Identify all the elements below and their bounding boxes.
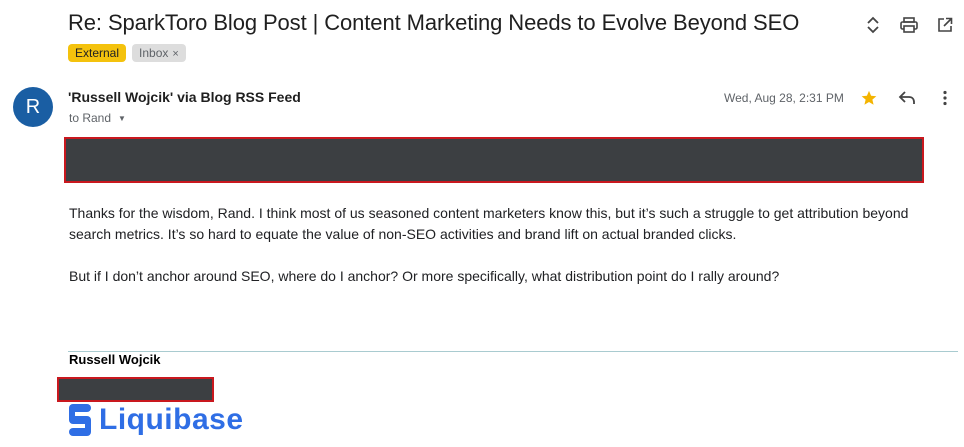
body-paragraph: But if I don’t anchor around SEO, where …: [69, 268, 780, 284]
body-paragraph: Thanks for the wisdom, Rand. I think mos…: [69, 205, 909, 242]
redacted-block: [57, 377, 214, 402]
signature-divider: [68, 351, 958, 352]
email-subject: Re: SparkToro Blog Post | Content Market…: [68, 10, 800, 35]
email-date: Wed, Aug 28, 2:31 PM: [724, 91, 844, 105]
redacted-block: [64, 137, 924, 183]
external-label: External: [68, 44, 127, 62]
logo-text: Liquibase: [99, 403, 244, 436]
subject-toolbar: [862, 14, 956, 36]
star-icon[interactable]: [858, 87, 880, 109]
message-actions: [858, 87, 956, 109]
company-logo: Liquibase: [67, 402, 244, 438]
sender-name[interactable]: 'Russell Wojcik' via Blog RSS Feed: [68, 89, 301, 105]
recipient-text: to Rand: [69, 111, 112, 125]
inbox-label-text: Inbox: [139, 46, 169, 60]
dropdown-caret-icon[interactable]: ▼: [118, 114, 126, 123]
more-vert-icon[interactable]: [934, 87, 956, 109]
recipient-details[interactable]: to Rand ▼: [69, 111, 126, 125]
expand-collapse-icon[interactable]: [862, 14, 884, 36]
remove-label-icon[interactable]: ×: [172, 48, 178, 60]
avatar[interactable]: R: [13, 87, 53, 127]
email-body: Thanks for the wisdom, Rand. I think mos…: [69, 203, 949, 308]
liquibase-logo-icon: [69, 404, 91, 436]
signature-name: Russell Wojcik: [69, 352, 161, 367]
print-icon[interactable]: [898, 14, 920, 36]
open-new-window-icon[interactable]: [934, 14, 956, 36]
label-chips: External Inbox ×: [68, 44, 186, 62]
inbox-label[interactable]: Inbox ×: [132, 44, 186, 62]
reply-icon[interactable]: [896, 87, 918, 109]
